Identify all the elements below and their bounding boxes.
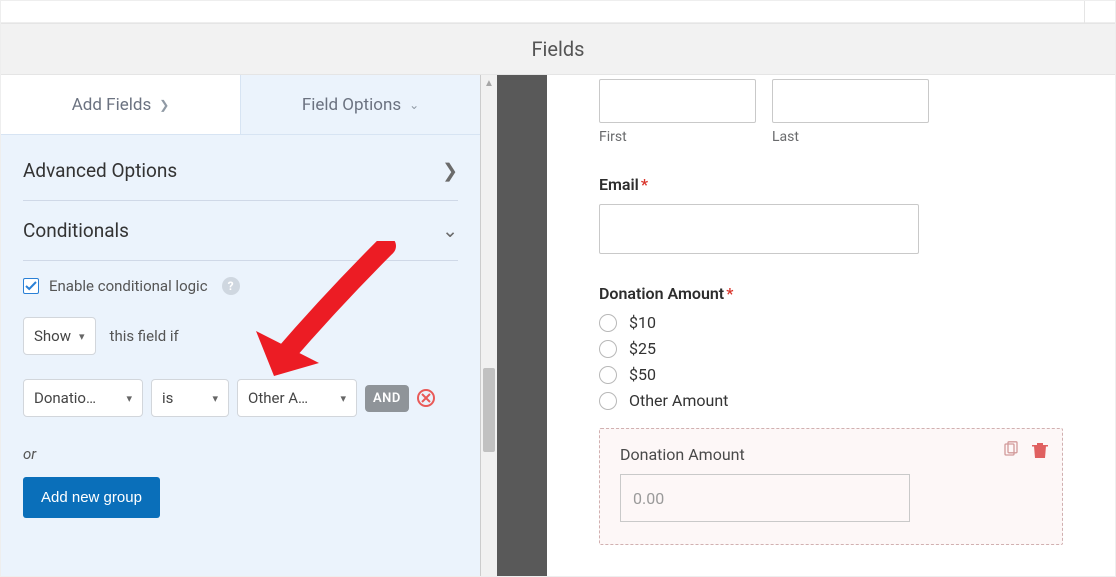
first-name-label: First — [599, 129, 756, 145]
radio-option[interactable]: Other Amount — [599, 391, 1063, 410]
add-new-group-button[interactable]: Add new group — [23, 477, 160, 518]
tab-field-options[interactable]: Field Options ⌄ — [241, 75, 480, 135]
donation-amount-label: Donation Amount* — [599, 284, 1063, 303]
scroll-thumb[interactable] — [483, 368, 495, 452]
email-input[interactable] — [599, 204, 919, 254]
last-name-input[interactable] — [772, 79, 929, 123]
radio-icon — [599, 392, 617, 410]
condition-field-select[interactable]: Donatio… ▾ — [23, 379, 143, 417]
condition-operator-select[interactable]: is ▾ — [151, 379, 229, 417]
radio-icon — [599, 314, 617, 332]
first-name-input[interactable] — [599, 79, 756, 123]
enable-conditional-label: Enable conditional logic — [49, 277, 208, 295]
form-preview: First Last Email* Donation Amount* $10 $… — [547, 75, 1115, 576]
left-panel: Add Fields ❯ Field Options ⌄ Advanced Op… — [1, 75, 481, 576]
top-strip — [1, 1, 1115, 23]
radio-option[interactable]: $10 — [599, 313, 1063, 332]
chevron-down-icon: ▾ — [79, 330, 85, 343]
delete-rule-button[interactable] — [417, 389, 435, 407]
chevron-right-icon: ❯ — [442, 159, 458, 182]
radio-icon — [599, 366, 617, 384]
chevron-down-icon: ▾ — [126, 392, 132, 405]
radio-icon — [599, 340, 617, 358]
email-label: Email* — [599, 175, 1063, 194]
radio-option[interactable]: $50 — [599, 365, 1063, 384]
tab-add-fields[interactable]: Add Fields ❯ — [1, 75, 241, 135]
radio-option[interactable]: $25 — [599, 339, 1063, 358]
chevron-right-icon: ❯ — [159, 98, 169, 112]
trash-icon[interactable] — [1032, 441, 1048, 463]
page-title: Fields — [532, 37, 585, 61]
chevron-down-icon: ⌄ — [442, 219, 458, 242]
donation-amount-input[interactable]: 0.00 — [620, 474, 910, 522]
condition-value-select[interactable]: Other A… ▾ — [237, 379, 357, 417]
chevron-down-icon: ▾ — [212, 392, 218, 405]
or-label: or — [23, 445, 458, 463]
and-button[interactable]: AND — [365, 385, 409, 412]
enable-conditional-checkbox[interactable] — [23, 278, 39, 294]
chevron-down-icon: ▾ — [340, 392, 346, 405]
required-icon: * — [726, 284, 733, 303]
focused-field-label: Donation Amount — [620, 445, 1042, 464]
accordion-conditionals[interactable]: Conditionals ⌄ — [23, 201, 458, 261]
duplicate-icon[interactable] — [1002, 441, 1020, 463]
action-select[interactable]: Show ▾ — [23, 317, 96, 355]
selected-field[interactable]: Donation Amount 0.00 — [599, 428, 1063, 545]
right-panel: First Last Email* Donation Amount* $10 $… — [497, 75, 1115, 576]
page-header: Fields — [1, 23, 1115, 75]
last-name-label: Last — [772, 129, 929, 145]
chevron-down-icon: ⌄ — [409, 98, 419, 112]
help-icon[interactable]: ? — [222, 277, 240, 295]
rule-text: this field if — [110, 327, 179, 345]
required-icon: * — [641, 175, 648, 194]
divider-gutter: ▲ — [481, 75, 497, 576]
accordion-advanced-options[interactable]: Advanced Options ❯ — [23, 141, 458, 201]
scroll-up-icon[interactable]: ▲ — [481, 75, 497, 91]
